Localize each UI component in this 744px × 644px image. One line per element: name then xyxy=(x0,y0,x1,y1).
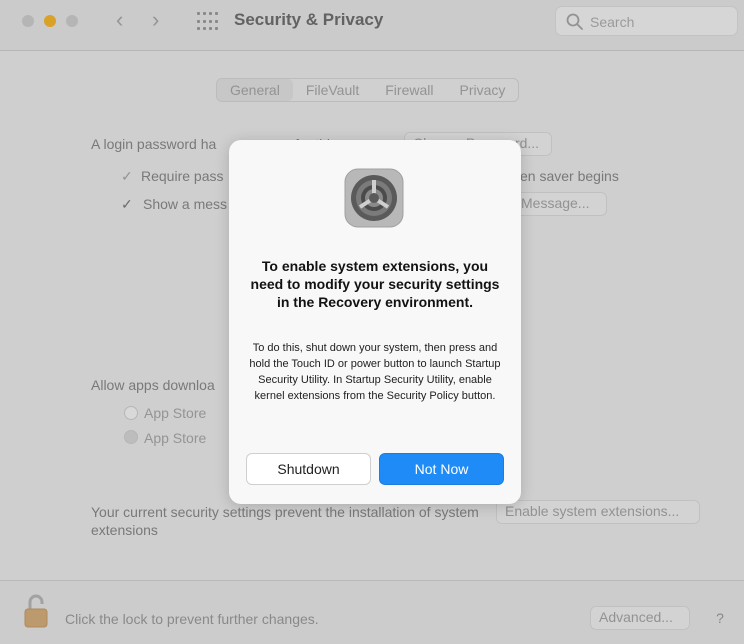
alert-headline: To enable system extensions, you need to… xyxy=(250,258,500,310)
system-preferences-icon xyxy=(344,168,404,228)
shutdown-button[interactable]: Shutdown xyxy=(246,453,371,485)
system-extension-alert: To enable system extensions, you need to… xyxy=(229,140,521,504)
security-privacy-window: ‹ › Security & Privacy Search General Fi… xyxy=(0,0,744,644)
not-now-button[interactable]: Not Now xyxy=(379,453,504,485)
alert-body: To do this, shut down your system, then … xyxy=(249,342,501,402)
